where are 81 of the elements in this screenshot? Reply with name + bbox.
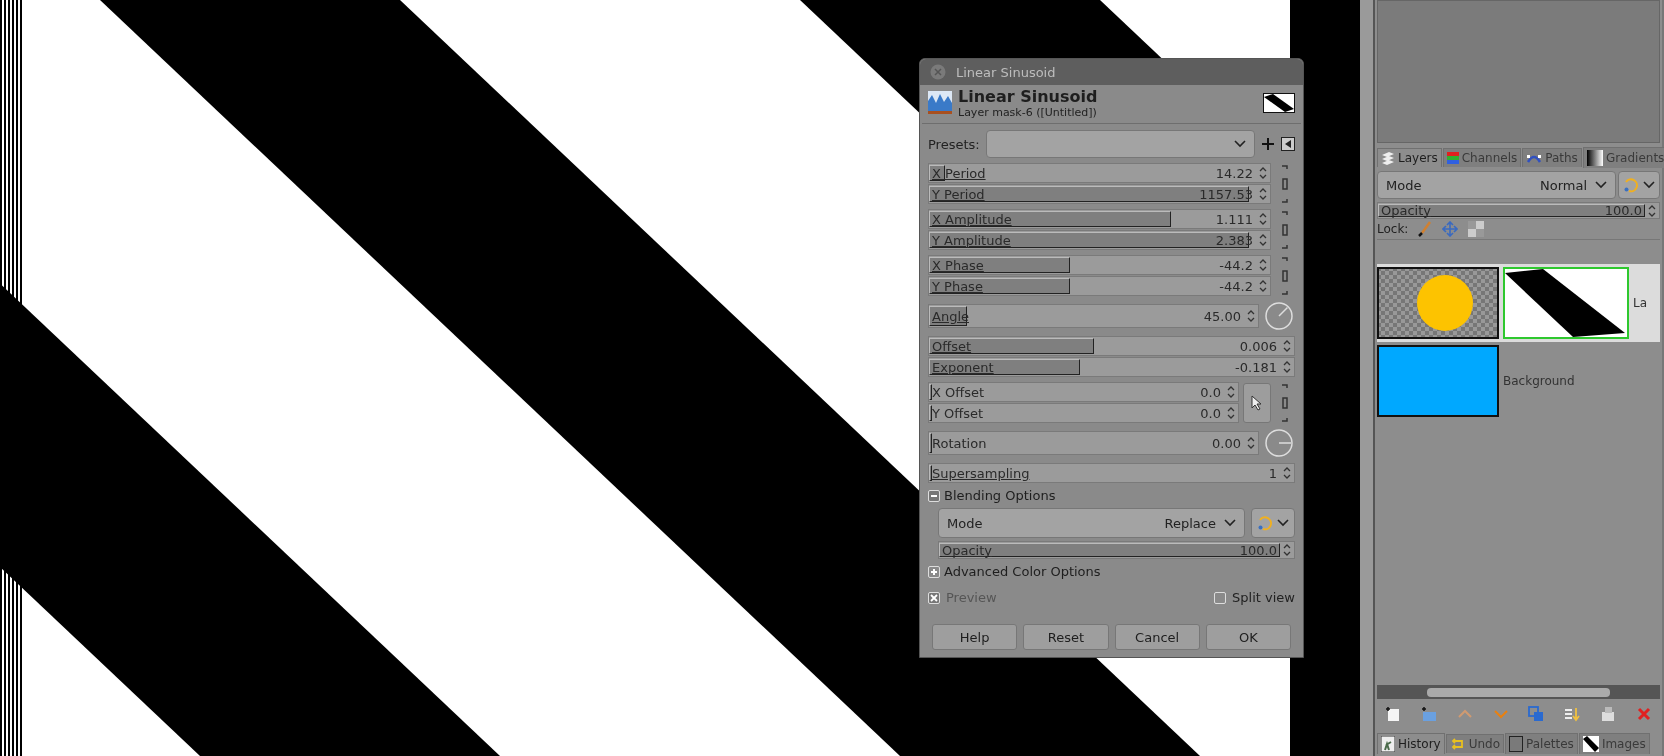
chain-icon xyxy=(1279,255,1291,296)
panel-tab[interactable]: Undo xyxy=(1445,734,1505,753)
section-title: Advanced Color Options xyxy=(944,564,1101,579)
checkbox-label: Split view xyxy=(1232,590,1295,605)
folder-icon[interactable] xyxy=(1420,706,1437,722)
brush-icon[interactable] xyxy=(1418,221,1433,237)
scrollbar-thumb[interactable] xyxy=(1427,687,1610,697)
caret-icon xyxy=(1643,181,1655,189)
expander-toggle[interactable] xyxy=(928,489,940,502)
images-icon xyxy=(1582,736,1599,752)
chain-icon xyxy=(1279,209,1291,250)
spin-button[interactable] xyxy=(1282,359,1292,375)
new-layer-icon[interactable] xyxy=(1384,706,1401,722)
layer-name: La xyxy=(1633,296,1648,310)
spin-button[interactable] xyxy=(1282,542,1292,558)
layers-icon xyxy=(1381,151,1395,165)
layer-row[interactable]: La xyxy=(1377,264,1660,342)
dialog-button[interactable]: Cancel xyxy=(1114,624,1200,650)
checkbox[interactable] xyxy=(928,591,940,604)
panel-tab[interactable]: Images xyxy=(1578,733,1650,754)
layer-name: Background xyxy=(1503,374,1575,388)
dialog-button[interactable]: Help xyxy=(932,624,1018,650)
lock-label: Lock: xyxy=(1377,222,1409,236)
spin-button[interactable] xyxy=(1258,257,1268,273)
caret-icon xyxy=(1277,519,1289,527)
composite-button[interactable] xyxy=(1251,508,1295,538)
spin-button[interactable] xyxy=(1282,465,1292,481)
dial-icon[interactable] xyxy=(1264,301,1294,331)
menu-icon[interactable] xyxy=(1281,137,1295,151)
caret-icon xyxy=(1595,181,1607,189)
undo-icon xyxy=(1449,737,1466,751)
spin-button[interactable] xyxy=(1282,338,1292,354)
mask-preview-icon xyxy=(1263,93,1295,113)
presets-label: Presets: xyxy=(928,136,980,152)
section-title: Blending Options xyxy=(944,488,1056,503)
merge-icon[interactable] xyxy=(1564,706,1581,722)
chart-icon xyxy=(928,91,952,115)
figure-icon xyxy=(1381,736,1395,752)
spin-button[interactable] xyxy=(1258,165,1268,181)
spin-button[interactable] xyxy=(1226,405,1236,421)
spin-button[interactable] xyxy=(1246,308,1256,324)
panel-tab[interactable]: Paths xyxy=(1522,148,1582,167)
spin-button[interactable] xyxy=(1258,186,1268,202)
dial-icon[interactable] xyxy=(1264,428,1294,458)
gradient-icon xyxy=(1586,150,1603,166)
mode-dropdown[interactable]: Mode Replace xyxy=(938,508,1245,538)
caret-icon xyxy=(1234,140,1246,148)
channels-icon xyxy=(1446,151,1459,165)
spin-button[interactable] xyxy=(1246,435,1256,451)
paths-icon xyxy=(1526,152,1543,164)
caret-icon xyxy=(1224,519,1236,527)
window-title: Linear Sinusoid xyxy=(956,64,1056,80)
panel-tab[interactable]: Layers xyxy=(1377,148,1442,167)
cross-icon xyxy=(930,593,938,602)
checker-icon[interactable] xyxy=(1468,221,1485,237)
checkbox[interactable] xyxy=(1214,591,1227,604)
chain-icon xyxy=(1279,382,1291,423)
dialog-subtitle: Layer mask-6 ([Untitled]) xyxy=(958,106,1098,119)
dialog-title: Linear Sinusoid xyxy=(958,87,1099,106)
mode-dropdown[interactable]: Mode Normal xyxy=(1377,171,1616,199)
pointer-icon xyxy=(1251,394,1263,411)
composite-button[interactable] xyxy=(1618,171,1660,199)
dialog-button[interactable]: Reset xyxy=(1023,624,1109,650)
spin-button[interactable] xyxy=(1258,232,1268,248)
swirl-icon xyxy=(1623,177,1639,193)
spin-button[interactable] xyxy=(1258,211,1268,227)
panel-tab[interactable]: Gradients xyxy=(1582,147,1664,168)
pick-button[interactable] xyxy=(1243,382,1271,423)
dialog-button[interactable]: OK xyxy=(1205,624,1291,650)
add-icon[interactable] xyxy=(1261,137,1275,151)
layer-row[interactable]: Background xyxy=(1377,342,1660,420)
palette-icon xyxy=(1509,736,1524,752)
panel-tab[interactable]: History xyxy=(1377,733,1445,754)
chain-icon xyxy=(1279,163,1291,204)
panel-tab[interactable]: Channels xyxy=(1442,148,1522,167)
panel-tab[interactable]: Palettes xyxy=(1505,733,1578,754)
expander-toggle[interactable] xyxy=(928,565,940,578)
spin-button[interactable] xyxy=(1258,278,1268,294)
plus-icon xyxy=(930,567,938,576)
spin-button[interactable] xyxy=(1226,384,1236,400)
swirl-icon xyxy=(1257,515,1273,531)
